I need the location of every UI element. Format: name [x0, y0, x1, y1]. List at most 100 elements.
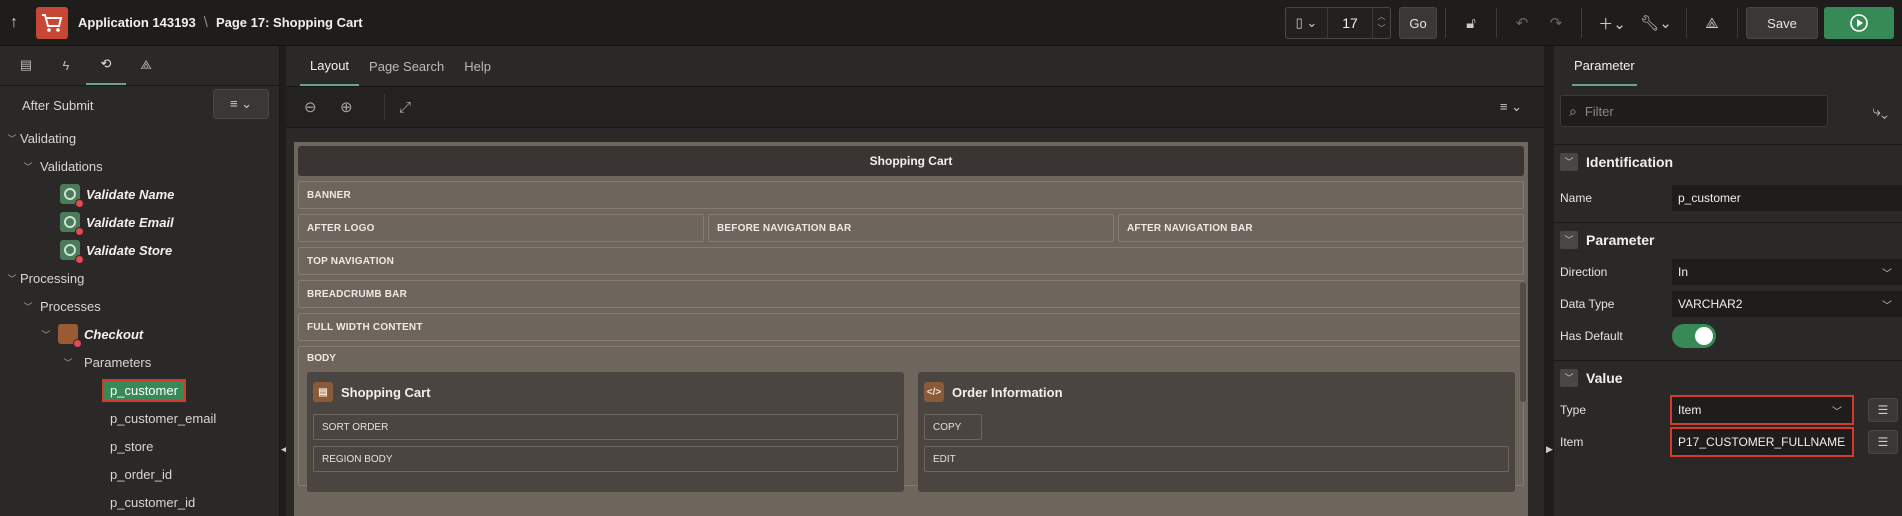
utilities-wrench-icon[interactable]: 🔧︎⌄: [1634, 7, 1678, 39]
region-top-navigation[interactable]: TOP NAVIGATION: [298, 247, 1524, 275]
application-link[interactable]: Application 143193: [78, 15, 196, 30]
go-to-group-icon[interactable]: ⤷⌄: [1873, 103, 1888, 120]
tree-node-param[interactable]: p_customer: [0, 376, 279, 404]
section-value[interactable]: ﹀ Value: [1554, 360, 1902, 394]
item-field[interactable]: P17_CUSTOMER_FULLNAME: [1670, 427, 1854, 457]
section-title: Value: [1586, 369, 1623, 386]
zoom-in-icon[interactable]: ⊕: [340, 98, 376, 116]
tree-node-processing[interactable]: ﹀ Processing: [0, 264, 279, 292]
processing-tab-icon[interactable]: ⟲: [86, 45, 126, 85]
tab-parameter[interactable]: Parameter: [1572, 46, 1637, 86]
sub-region-region-body[interactable]: REGION BODY: [313, 446, 898, 472]
sub-region-copy[interactable]: COPY: [924, 414, 982, 440]
collapse-chevron-icon[interactable]: ﹀: [1560, 152, 1578, 171]
sub-region-edit[interactable]: EDIT: [924, 446, 1509, 472]
undo-icon[interactable]: ↶: [1505, 7, 1539, 39]
toolbar-divider: [1496, 8, 1497, 38]
shopping-cart-app-icon[interactable]: [36, 6, 68, 39]
item-picker-icon[interactable]: ☰: [1868, 430, 1898, 454]
tree-node-label: Checkout: [84, 326, 144, 342]
tree-node-validations[interactable]: ﹀ Validations: [0, 152, 279, 180]
run-page-button[interactable]: [1824, 7, 1894, 39]
collapse-chevron-icon[interactable]: ﹀: [1560, 230, 1578, 249]
shopping-cart-region[interactable]: ▤ Shopping Cart SORT ORDER REGION BODY: [307, 372, 904, 492]
tree-node-validate-store[interactable]: Validate Store: [0, 236, 279, 264]
section-parameter[interactable]: ﹀ Parameter: [1554, 222, 1902, 256]
type-select[interactable]: Item ﹀: [1670, 395, 1854, 425]
page-finder-icon[interactable]: ▯ ⌄: [1286, 8, 1328, 38]
tree-node-validating[interactable]: ﹀ Validating: [0, 124, 279, 152]
collapse-right-icon[interactable]: ▶: [1546, 444, 1553, 455]
tab-layout[interactable]: Layout: [300, 46, 360, 86]
expand-icon[interactable]: ⤢: [399, 99, 435, 116]
region-banner[interactable]: BANNER: [298, 181, 1524, 209]
region-body[interactable]: BODY ▤ Shopping Cart SORT ORDER REGION B…: [298, 346, 1524, 492]
lock-page-icon[interactable]: 🔓︎: [1454, 7, 1488, 39]
stepper-down-icon[interactable]: ﹀: [1378, 23, 1386, 35]
region-after-logo[interactable]: AFTER LOGO: [298, 214, 704, 242]
create-menu-icon[interactable]: ＋⌄: [1590, 7, 1634, 39]
page-number-input[interactable]: 17: [1328, 15, 1372, 31]
stepper-up-icon[interactable]: ︿: [1378, 11, 1386, 23]
section-identification[interactable]: ﹀ Identification: [1554, 144, 1902, 178]
layout-menu-icon[interactable]: ≡ ⌄: [1500, 99, 1522, 115]
redo-icon[interactable]: ↷: [1539, 7, 1573, 39]
filter-input[interactable]: ⌕ Filter: [1560, 95, 1828, 127]
tree-node-validate-email[interactable]: Validate Email: [0, 208, 279, 236]
card-header: </> Order Information: [924, 376, 1509, 408]
region-before-nav[interactable]: BEFORE NAVIGATION BAR: [708, 214, 1114, 242]
direction-select[interactable]: In ﹀: [1672, 259, 1902, 285]
collapse-chevron-icon[interactable]: ﹀: [20, 300, 36, 313]
order-information-region[interactable]: </> Order Information COPY EDIT: [918, 372, 1515, 492]
has-default-toggle[interactable]: [1672, 324, 1716, 348]
tree-node-label: Validate Email: [86, 214, 174, 230]
tree-node-param[interactable]: p_customer_email: [0, 404, 279, 432]
data-type-select[interactable]: VARCHAR2 ﹀: [1672, 291, 1902, 317]
toolbar-divider: [1737, 8, 1738, 38]
collapse-chevron-icon[interactable]: ﹀: [38, 328, 54, 341]
collapse-chevron-icon[interactable]: ﹀: [4, 132, 20, 145]
left-tree-panel: ▤ ϟ ⟲ ⟁ After Submit ≡ ⌄ ﹀ Validating ﹀ …: [0, 46, 280, 516]
shared-components-icon[interactable]: ⟁: [1695, 7, 1729, 39]
shared-components-tab-icon[interactable]: ⟁: [126, 45, 166, 85]
tree-node-param[interactable]: p_order_id: [0, 460, 279, 488]
collapse-chevron-icon[interactable]: ﹀: [60, 356, 76, 369]
region-full-width[interactable]: FULL WIDTH CONTENT: [298, 313, 1524, 341]
up-arrow-icon[interactable]: ↑: [0, 14, 28, 32]
region-breadcrumb-bar[interactable]: BREADCRUMB BAR: [298, 280, 1524, 308]
canvas-scrollbar[interactable]: [1520, 282, 1526, 402]
tab-help[interactable]: Help: [454, 46, 501, 86]
tree-menu-button[interactable]: ≡ ⌄: [213, 89, 269, 119]
card-title: Order Information: [952, 384, 1063, 400]
list-options-icon[interactable]: ☰: [1868, 398, 1898, 422]
save-button[interactable]: Save: [1746, 7, 1818, 39]
toggle-knob: [1695, 327, 1713, 345]
name-field[interactable]: p_customer: [1672, 185, 1902, 211]
region-after-nav[interactable]: AFTER NAVIGATION BAR: [1118, 214, 1524, 242]
collapse-chevron-icon[interactable]: ﹀: [20, 160, 36, 173]
tree-node-param[interactable]: p_store: [0, 432, 279, 460]
page-selector: ▯ ⌄ 17 ︿ ﹀: [1285, 7, 1391, 39]
zoom-out-icon[interactable]: ⊖: [304, 98, 340, 116]
collapse-chevron-icon[interactable]: ﹀: [4, 272, 20, 285]
tree-node-label-selected[interactable]: p_customer: [102, 378, 186, 402]
tree-node-processes[interactable]: ﹀ Processes: [0, 292, 279, 320]
tree-node-validate-name[interactable]: Validate Name: [0, 180, 279, 208]
rendering-tab-icon[interactable]: ▤: [6, 45, 46, 85]
tab-page-search[interactable]: Page Search: [359, 46, 454, 86]
left-panel-tabs: ▤ ϟ ⟲ ⟁: [0, 46, 279, 86]
tree-node-checkout[interactable]: ﹀ Checkout: [0, 320, 279, 348]
tree-node-label: Parameters: [84, 354, 152, 370]
go-button[interactable]: Go: [1399, 7, 1437, 39]
prop-label: Item: [1560, 435, 1584, 449]
layout-toolbar: ⊖ ⊕ ⤢ ≡ ⌄: [286, 86, 1544, 128]
sub-region-sort-order[interactable]: SORT ORDER: [313, 414, 898, 440]
page-title-region[interactable]: Shopping Cart: [298, 146, 1524, 176]
tree-node-param[interactable]: p_customer_id: [0, 488, 279, 516]
tree-node-label: Validate Name: [86, 186, 175, 202]
toolbar-divider: [1581, 8, 1582, 38]
dynamic-actions-tab-icon[interactable]: ϟ: [46, 45, 86, 85]
collapse-chevron-icon[interactable]: ﹀: [1560, 368, 1578, 387]
page-number-stepper[interactable]: ︿ ﹀: [1372, 8, 1390, 38]
tree-node-parameters[interactable]: ﹀ Parameters: [0, 348, 279, 376]
